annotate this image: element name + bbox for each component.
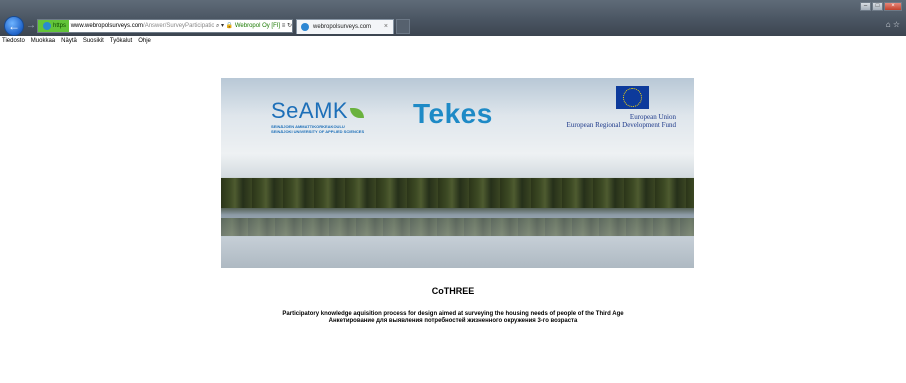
toolbar-right: ⌂ ☆ [886, 20, 900, 29]
menu-edit[interactable]: Muokkaa [31, 36, 55, 46]
url-path: /Answer/SurveyParticipatio [143, 23, 215, 29]
menu-view[interactable]: Näytä [61, 36, 77, 46]
eu-flag-icon [616, 86, 649, 109]
dropdown-icon[interactable]: ▾ [221, 23, 224, 29]
url-scheme: https [53, 23, 67, 29]
eu-line1: European Union [629, 113, 676, 121]
menu-file[interactable]: Tiedosto [2, 36, 25, 46]
header-banner: SeAMK SEINÄJOEN AMMATTIKORKEAKOULU SEINÄ… [221, 78, 694, 268]
survey-description: Participatory knowledge aquisition proce… [0, 311, 906, 325]
favorites-star-icon[interactable]: ☆ [893, 20, 900, 29]
tab-close-icon[interactable]: × [384, 20, 388, 34]
search-icon[interactable]: ⌕ [216, 23, 219, 29]
site-favicon-icon [43, 22, 51, 30]
leaf-icon [350, 108, 365, 118]
menu-bar: Tiedosto Muokkaa Näytä Suosikit Työkalut… [0, 36, 906, 46]
tab-webropol[interactable]: webropolsurveys.com × [296, 19, 394, 34]
menu-tools[interactable]: Työkalut [110, 36, 132, 46]
close-window-button[interactable]: × [884, 2, 902, 11]
secure-segment: https [38, 20, 70, 32]
maximize-button[interactable]: □ [872, 2, 883, 11]
new-tab-button[interactable] [396, 19, 410, 34]
survey-title: CoTHREE [431, 286, 475, 296]
tab-favicon-icon [301, 23, 309, 31]
forward-icon[interactable]: → [26, 19, 36, 33]
seamk-subtitle-en: SEINÄJOKI UNIVERSITY OF APPLIED SCIENCES [271, 129, 365, 134]
window-controls: – □ × [859, 2, 902, 13]
tab-title: webropolsurveys.com [313, 24, 372, 30]
refresh-icon[interactable]: ↻ [287, 23, 292, 29]
site-identity[interactable]: Webropol Oy [FI] [235, 23, 280, 29]
survey-description-en: Participatory knowledge aquisition proce… [282, 311, 624, 317]
eu-stars-icon [623, 88, 642, 107]
page-content: SeAMK SEINÄJOEN AMMATTIKORKEAKOULU SEINÄ… [0, 46, 906, 383]
minimize-button[interactable]: – [860, 2, 871, 11]
address-bar[interactable]: https www.webropolsurveys.com/Answer/Sur… [37, 19, 293, 33]
seamk-logo: SeAMK SEINÄJOEN AMMATTIKORKEAKOULU SEINÄ… [271, 98, 364, 134]
lock-icon[interactable]: 🔒 [226, 23, 233, 29]
browser-chrome: – □ × ← → https www.webropolsurveys.com/… [0, 0, 906, 36]
menu-help[interactable]: Ohje [138, 36, 151, 46]
address-tools: ⌕ ▾ 🔒 Webropol Oy [FI] ≡ ↻ [213, 20, 292, 32]
banner-reflection [221, 218, 694, 236]
url-host: www.webropolsurveys.com [70, 23, 144, 29]
back-icon[interactable]: ← [4, 16, 24, 36]
banner-treeline [221, 178, 694, 208]
tekes-logo: Tekes [413, 98, 493, 129]
eu-line2: European Regional Development Fund [566, 121, 676, 129]
survey-description-ru: Анкетирование для выявления потребностей… [328, 318, 578, 324]
home-icon[interactable]: ⌂ [886, 20, 891, 29]
menu-favorites[interactable]: Suosikit [83, 36, 104, 46]
eu-caption: European Union European Regional Develop… [567, 113, 676, 129]
compat-view-icon[interactable]: ≡ [282, 23, 286, 29]
seamk-wordmark: SeAMK [271, 98, 349, 123]
